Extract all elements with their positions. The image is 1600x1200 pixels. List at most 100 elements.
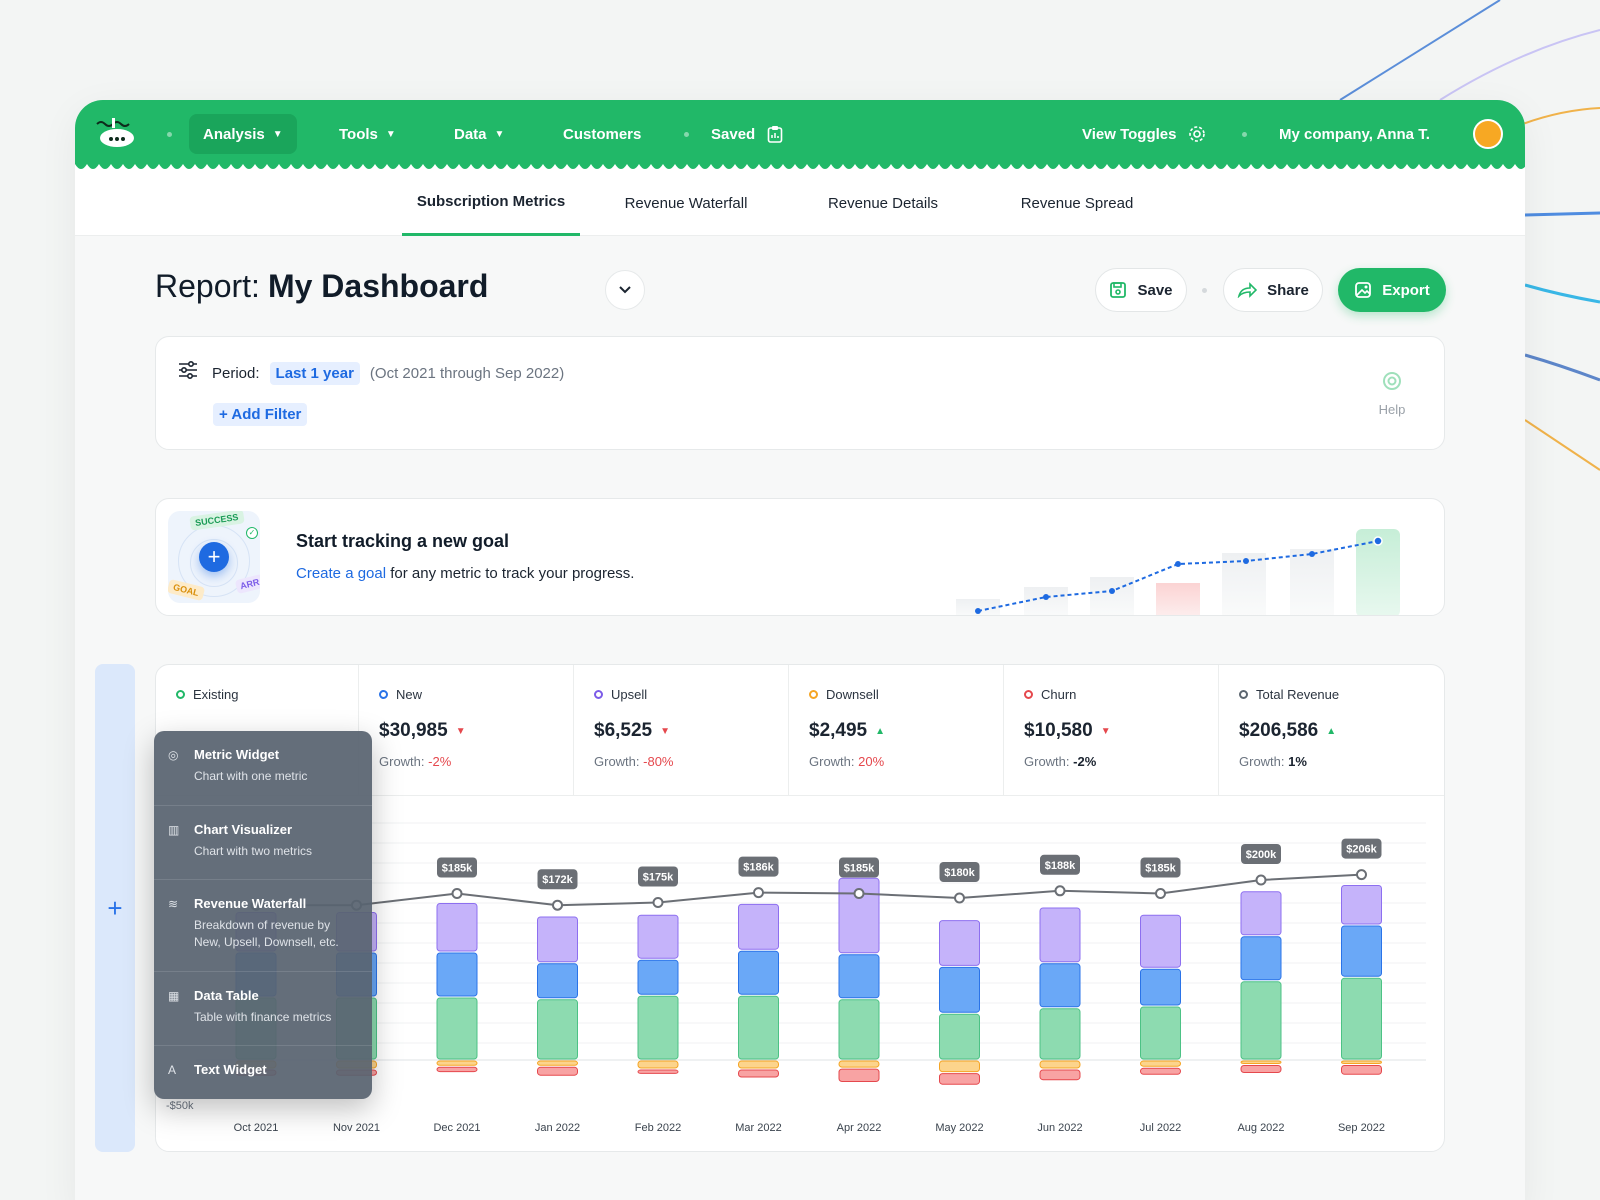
growth-value: 1% (1288, 754, 1307, 769)
nav-tools-label: Tools (339, 125, 378, 143)
bar-downsell (537, 1060, 578, 1066)
menu-item-chart-visualizer[interactable]: ▥ Chart Visualizer Chart with two metric… (154, 806, 372, 880)
nav-analysis[interactable]: Analysis ▼ (189, 114, 297, 154)
share-button[interactable]: Share (1223, 268, 1323, 312)
bar-new (436, 952, 478, 997)
menu-item-metric-widget[interactable]: ◎ Metric Widget Chart with one metric (154, 731, 372, 806)
chevron-down-icon (619, 286, 631, 294)
account-name: My company, Anna T. (1279, 125, 1430, 143)
menu-item-description: Chart with two metrics (194, 844, 313, 858)
bar-new (1240, 936, 1282, 981)
bar-new (537, 963, 578, 999)
submarine-logo-icon[interactable] (95, 116, 135, 152)
share-label: Share (1267, 281, 1309, 299)
x-tick-label: Dec 2021 (433, 1122, 480, 1134)
metric-value: $6,525 ▼ (594, 720, 788, 742)
menu-item-description: Chart with one metric (194, 769, 308, 783)
data-label: $180k (944, 867, 975, 879)
tab-revenue-details[interactable]: Revenue Details (810, 170, 956, 236)
x-tick-label: Mar 2022 (735, 1122, 781, 1134)
tab-revenue-waterfall[interactable]: Revenue Waterfall (605, 170, 767, 236)
tab-revenue-spread[interactable]: Revenue Spread (1003, 170, 1151, 236)
metric-label: Total Revenue (1239, 687, 1444, 702)
menu-item-revenue-waterfall[interactable]: ≋ Revenue Waterfall Breakdown of revenue… (154, 880, 372, 972)
metric-label-text: Total Revenue (1256, 687, 1340, 702)
menu-item-title: Chart Visualizer (194, 822, 293, 837)
metric-card[interactable]: Downsell $2,495 ▲ Growth: 20% (789, 665, 1004, 795)
avatar[interactable] (1473, 119, 1503, 149)
metric-card[interactable]: Churn $10,580 ▼ Growth: -2% (1004, 665, 1219, 795)
metric-card[interactable]: New $30,985 ▼ Growth: -2% (359, 665, 574, 795)
bar-downsell (838, 1060, 880, 1068)
bar-existing (1240, 981, 1282, 1060)
metric-label-text: Existing (193, 687, 239, 702)
metric-growth: Growth: -80% (594, 754, 788, 769)
bar-churn (1240, 1065, 1282, 1073)
view-toggles-button[interactable]: View Toggles (1068, 114, 1220, 154)
x-tick-label: Nov 2021 (333, 1122, 380, 1134)
bar-churn (838, 1068, 880, 1083)
period-selector[interactable]: Last 1 year (269, 362, 360, 385)
metric-growth: Growth: -2% (379, 754, 573, 769)
bar-churn (1039, 1069, 1081, 1081)
data-label: $185k (844, 863, 875, 875)
bar-existing (637, 995, 679, 1060)
trend-down-icon: ▼ (1100, 725, 1111, 737)
add-widget-rail[interactable]: + (95, 664, 135, 1152)
sliders-icon[interactable] (178, 361, 198, 379)
nav-data-label: Data (454, 125, 487, 143)
bar-new (1341, 925, 1382, 977)
bar-downsell (939, 1060, 980, 1073)
export-button[interactable]: Export (1338, 268, 1446, 312)
data-label: $172k (542, 874, 573, 886)
nav-customers[interactable]: Customers (549, 114, 655, 154)
nav-tools[interactable]: Tools ▼ (325, 114, 410, 154)
report-dropdown-button[interactable] (605, 270, 645, 310)
tab-subscription-metrics[interactable]: Subscription Metrics (402, 170, 580, 236)
help-button[interactable]: Help (1372, 371, 1412, 417)
total-revenue-point (451, 888, 463, 899)
bar-churn (738, 1069, 779, 1078)
x-tick-label: Feb 2022 (635, 1122, 681, 1134)
metric-label: New (379, 687, 573, 702)
metric-value-text: $2,495 (809, 720, 868, 741)
trend-down-icon: ▼ (455, 725, 466, 737)
data-label: $185k (442, 863, 473, 875)
total-revenue-point (1054, 885, 1066, 897)
data-label: $186k (743, 862, 774, 874)
metric-growth: Growth: 20% (809, 754, 1003, 769)
trend-up-icon: ▲ (875, 725, 886, 737)
plus-icon: + (107, 892, 123, 923)
metric-value-text: $6,525 (594, 720, 653, 741)
menu-item-text-widget[interactable]: A Text Widget (154, 1046, 372, 1099)
button-separator (1202, 288, 1207, 293)
save-label: Save (1137, 281, 1173, 299)
metric-label-text: Upsell (611, 687, 648, 702)
metric-label: Upsell (594, 687, 788, 702)
metric-card[interactable]: Total Revenue $206,586 ▲ Growth: 1% (1219, 665, 1444, 795)
metric-label-text: Downsell (826, 687, 879, 702)
filter-panel: Period: Last 1 year (Oct 2021 through Se… (155, 336, 1445, 450)
total-revenue-point (552, 899, 563, 911)
total-revenue-point (1155, 888, 1166, 899)
menu-item-data-table[interactable]: ▦ Data Table Table with finance metrics (154, 972, 372, 1046)
bar-upsell (436, 903, 478, 952)
period-range: (Oct 2021 through Sep 2022) (369, 365, 565, 382)
metric-value: $30,985 ▼ (379, 720, 573, 742)
nav-data[interactable]: Data ▼ (440, 114, 518, 154)
menu-item-title: Metric Widget (194, 747, 280, 762)
account-menu[interactable]: My company, Anna T. (1265, 114, 1444, 154)
page-title: Report: My Dashboard (155, 268, 488, 305)
x-tick-label: Jan 2022 (535, 1122, 580, 1134)
create-goal-link[interactable]: Create a goal (296, 565, 386, 582)
metric-value-text: $10,580 (1024, 720, 1093, 741)
y-tick-label: -$50k (166, 1100, 194, 1112)
add-filter-button[interactable]: + Add Filter (213, 403, 308, 426)
metric-card[interactable]: Upsell $6,525 ▼ Growth: -80% (574, 665, 789, 795)
metric-value-text: $30,985 (379, 720, 448, 741)
nav-saved[interactable]: Saved (697, 114, 797, 154)
add-goal-icon[interactable]: + (199, 542, 229, 572)
metric-value-text: $206,586 (1239, 720, 1319, 741)
save-button[interactable]: Save (1095, 268, 1187, 312)
period-label: Period: (212, 365, 260, 382)
